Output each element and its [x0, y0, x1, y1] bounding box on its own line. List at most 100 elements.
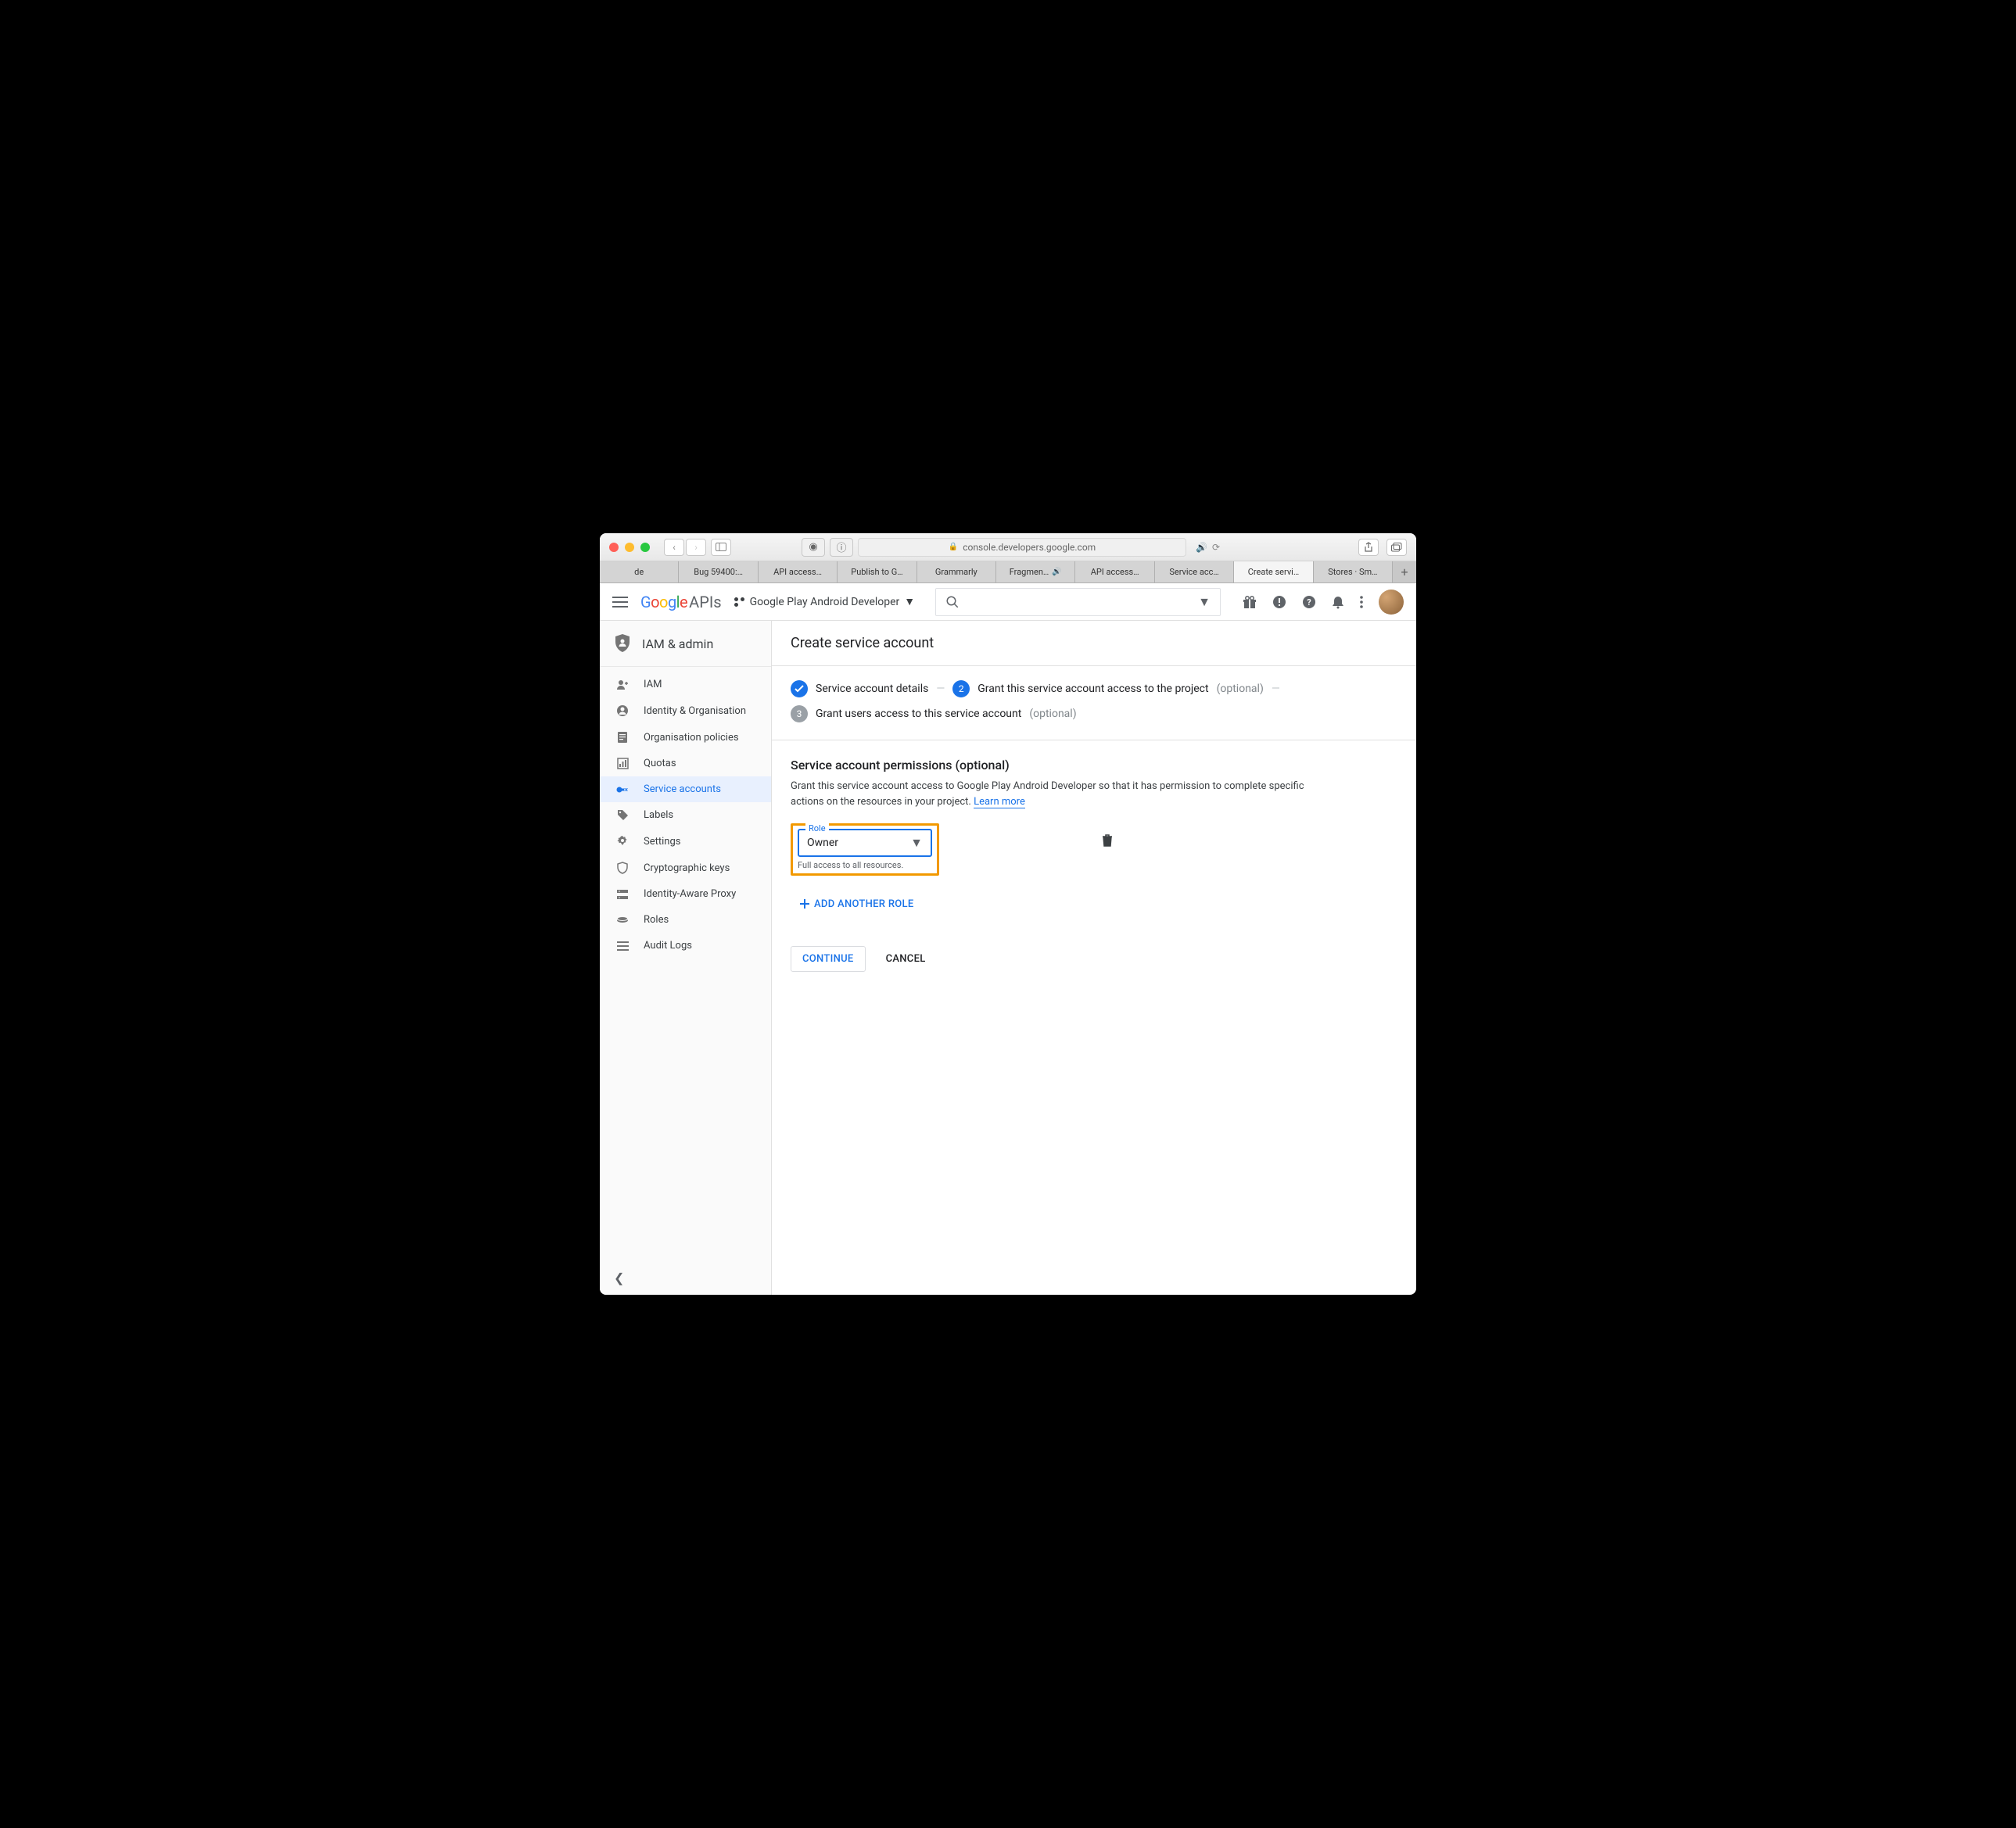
address-text: console.developers.google.com	[963, 542, 1096, 553]
continue-button[interactable]: CONTINUE	[791, 946, 866, 972]
sidebar: IAM & admin IAM Identity & Organisation Or…	[600, 621, 772, 1295]
list-icon	[615, 941, 630, 951]
browser-tab[interactable]: Publish to G…	[838, 561, 917, 582]
tabs-button[interactable]	[1386, 539, 1407, 556]
gear-icon	[615, 835, 630, 848]
step-2-badge: 2	[952, 680, 970, 697]
sidebar-item-label: Identity & Organisation	[644, 705, 746, 717]
project-selector[interactable]: Google Play Android Developer ▼	[734, 595, 916, 608]
sidebar-item-service-accounts[interactable]: Service accounts	[600, 776, 771, 802]
role-value: Owner	[807, 837, 838, 849]
delete-role-button[interactable]	[1102, 834, 1113, 847]
audio-icon[interactable]: 🔊	[1196, 542, 1207, 553]
share-button[interactable]	[1358, 539, 1379, 556]
browser-tab[interactable]: Stores · Sm…	[1314, 561, 1393, 582]
sidebar-item-settings[interactable]: Settings	[600, 828, 771, 855]
sidebar-item-identity-organisation[interactable]: Identity & Organisation	[600, 697, 771, 724]
audio-icon: 🔊	[1052, 568, 1061, 576]
minimize-window[interactable]	[625, 543, 634, 552]
address-bar[interactable]: 🔒 console.developers.google.com	[858, 538, 1186, 557]
maximize-window[interactable]	[640, 543, 650, 552]
more-icon[interactable]	[1360, 596, 1363, 608]
dropdown-caret-icon: ▼	[904, 595, 915, 608]
search-icon	[945, 595, 960, 609]
sidebar-item-identity-aware-proxy[interactable]: Identity-Aware Proxy	[600, 881, 771, 907]
main-content: Create service account Service account d…	[772, 621, 1416, 1295]
caret-down-icon: ▼	[910, 835, 923, 851]
search-dropdown-icon[interactable]: ▼	[1198, 594, 1211, 610]
step-1[interactable]: Service account details	[791, 680, 928, 697]
help-icon[interactable]: ?	[1302, 595, 1316, 609]
quota-icon	[615, 758, 630, 769]
browser-tab[interactable]: Create servi…	[1234, 561, 1313, 582]
browser-tab[interactable]: API access…	[759, 561, 838, 582]
add-another-role-button[interactable]: ADD ANOTHER ROLE	[791, 898, 1316, 910]
window-controls	[609, 543, 650, 552]
avatar[interactable]	[1379, 590, 1404, 615]
reload-icon[interactable]: ⟳	[1212, 542, 1220, 553]
cancel-button[interactable]: CANCEL	[878, 946, 934, 972]
sidebar-item-label: Quotas	[644, 758, 676, 769]
shield-icon	[615, 862, 630, 874]
browser-tab[interactable]: Bug 59400:…	[679, 561, 758, 582]
step-1-label: Service account details	[816, 683, 928, 695]
sidebar-item-quotas[interactable]: Quotas	[600, 751, 771, 776]
sidebar-item-organisation-policies[interactable]: Organisation policies	[600, 724, 771, 751]
google-apis-logo[interactable]: Google APIs	[640, 593, 722, 611]
sidebar-toggle[interactable]	[711, 539, 731, 556]
role-highlight: Role Owner ▼ Full access to all resource…	[791, 823, 939, 876]
extension-button-1[interactable]: ◉	[802, 538, 825, 557]
sidebar-item-audit-logs[interactable]: Audit Logs	[600, 933, 771, 959]
step-divider: —	[936, 683, 945, 695]
check-icon	[791, 680, 808, 697]
sidebar-item-label: Organisation policies	[644, 732, 739, 744]
sidebar-item-cryptographic-keys[interactable]: Cryptographic keys	[600, 855, 771, 881]
search-input[interactable]: ▼	[935, 588, 1221, 616]
browser-tab[interactable]: API access…	[1075, 561, 1154, 582]
account-icon	[615, 704, 630, 717]
project-icon	[734, 597, 745, 607]
browser-tab[interactable]: Service acc…	[1155, 561, 1234, 582]
browser-tab[interactable]: Grammarly	[917, 561, 996, 582]
sidebar-item-iam[interactable]: IAM	[600, 672, 771, 697]
svg-text:?: ?	[1307, 597, 1311, 608]
browser-tab[interactable]: Fragmen…🔊	[996, 561, 1075, 582]
menu-icon[interactable]	[612, 597, 631, 608]
sidebar-item-roles[interactable]: Roles	[600, 907, 771, 933]
person-add-icon	[615, 679, 630, 690]
alert-icon[interactable]	[1272, 595, 1286, 609]
extension-button-2[interactable]: ⓘ	[830, 538, 853, 557]
tag-icon	[615, 809, 630, 821]
role-field-label: Role	[805, 823, 829, 833]
learn-more-link[interactable]: Learn more	[974, 796, 1025, 808]
section-title: Service account permissions (optional)	[791, 758, 1316, 772]
sidebar-header: IAM & admin	[600, 621, 771, 667]
step-2-label: Grant this service account access to the…	[978, 683, 1208, 695]
browser-tab[interactable]: de	[600, 561, 679, 582]
plus-icon	[798, 898, 811, 910]
step-3-optional: (optional)	[1029, 708, 1076, 720]
sidebar-item-label: IAM	[644, 679, 662, 690]
step-2[interactable]: 2 Grant this service account access to t…	[952, 680, 1264, 697]
section-description: Grant this service account access to Goo…	[791, 779, 1316, 809]
browser-tabs: deBug 59400:…API access…Publish to G…Gra…	[600, 561, 1416, 583]
collapse-sidebar[interactable]: ❮	[600, 1261, 771, 1295]
roles-icon	[615, 916, 630, 924]
sidebar-item-label: Identity-Aware Proxy	[644, 888, 736, 900]
forward-button[interactable]: ›	[686, 539, 706, 556]
sidebar-item-labels[interactable]: Labels	[600, 802, 771, 828]
sidebar-item-label: Cryptographic keys	[644, 862, 730, 874]
close-window[interactable]	[609, 543, 619, 552]
proxy-icon	[615, 889, 630, 900]
titlebar: ‹ › ◉ ⓘ 🔒 console.developers.google.com …	[600, 533, 1416, 561]
role-select[interactable]: Role Owner ▼	[798, 829, 932, 857]
step-3[interactable]: 3 Grant users access to this service acc…	[791, 705, 1077, 722]
sidebar-item-label: Labels	[644, 809, 673, 821]
gift-icon[interactable]	[1243, 595, 1257, 609]
notifications-icon[interactable]	[1332, 595, 1344, 609]
step-2-optional: (optional)	[1217, 683, 1264, 695]
back-button[interactable]: ‹	[664, 539, 684, 556]
new-tab-button[interactable]: +	[1393, 561, 1416, 582]
step-3-label: Grant users access to this service accou…	[816, 708, 1021, 720]
role-help-text: Full access to all resources.	[798, 860, 932, 870]
